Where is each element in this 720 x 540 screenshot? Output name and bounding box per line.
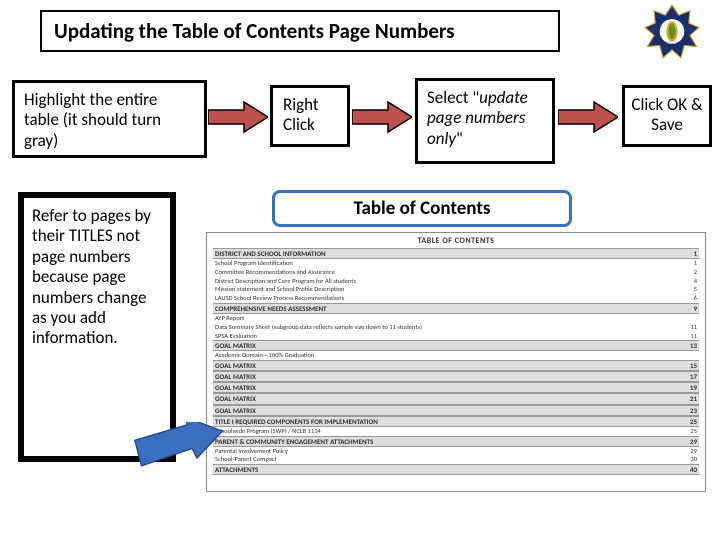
toc-entry: Committee Recommendations and Assurance2	[213, 268, 699, 277]
toc-entry: School Program Identification1	[213, 259, 699, 268]
toc-entry: District Description and Core Program fo…	[213, 277, 699, 286]
toc-entry: AYP Report	[213, 314, 699, 323]
step-select-update: Select "update page numbers only"	[415, 78, 555, 164]
pointer-arrow-icon	[130, 422, 224, 476]
toc-entry: School-Parent Compact30	[213, 455, 699, 464]
organization-logo	[644, 4, 700, 60]
toc-section: ATTACHMENTS40	[213, 464, 699, 475]
step-click-ok-save: Click OK & Save	[622, 85, 712, 147]
toc-entry: Data Summary Sheet (subgroup data reflec…	[213, 323, 699, 332]
toc-section: GOAL MATRIX21	[213, 393, 699, 404]
step-highlight-table: Highlight the entire table (it should tu…	[12, 80, 207, 158]
quote-close: "	[456, 128, 463, 149]
toc-section: TITLE I REQUIRED COMPONENTS FOR IMPLEMEN…	[213, 416, 699, 427]
toc-section: PARENT & COMMUNITY ENGAGEMENT ATTACHMENT…	[213, 436, 699, 447]
toc-screenshot: TABLE OF CONTENTS DISTRICT AND SCHOOL IN…	[206, 232, 706, 492]
toc-section: GOAL MATRIX13	[213, 340, 699, 351]
toc-label: Table of Contents	[272, 190, 572, 227]
toc-entry: Academic Domain—100% Graduation	[213, 351, 699, 360]
toc-section: GOAL MATRIX17	[213, 371, 699, 382]
toc-entry: Schoolwide Program (SWP) / NCLB 111425	[213, 427, 699, 436]
toc-section: GOAL MATRIX19	[213, 382, 699, 393]
page-title: Updating the Table of Contents Page Numb…	[40, 10, 560, 52]
toc-section: DISTRICT AND SCHOOL INFORMATION1	[213, 248, 699, 259]
quote-open: Select "	[427, 87, 479, 108]
arrow-icon	[352, 100, 412, 134]
step-right-click: Right Click	[270, 85, 350, 147]
toc-section: COMPREHENSIVE NEEDS ASSESSMENT9	[213, 303, 699, 314]
toc-section: GOAL MATRIX15	[213, 360, 699, 371]
toc-entry: Mission statement and School Profile Des…	[213, 285, 699, 294]
toc-entry: LAUSD School Review Process Recommendati…	[213, 294, 699, 303]
toc-entry: Parental Involvement Policy29	[213, 447, 699, 456]
toc-entry: SPSA Evaluation11	[213, 332, 699, 341]
toc-section: GOAL MATRIX23	[213, 405, 699, 416]
arrow-icon	[558, 100, 618, 134]
arrow-icon	[208, 100, 268, 134]
toc-heading: TABLE OF CONTENTS	[213, 236, 699, 246]
